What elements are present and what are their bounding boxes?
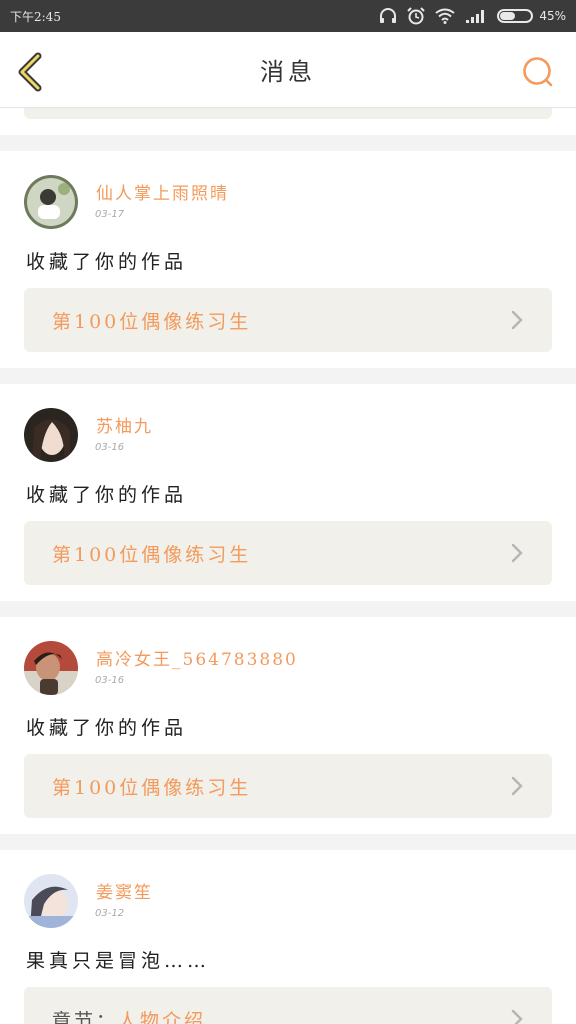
status-bar: 下午2:45 45% — [0, 0, 576, 32]
message-date: 03-17 — [95, 209, 125, 220]
message-list[interactable]: 仙人掌上雨照晴 03-17 收藏了你的作品 第100位偶像练习生 苏柚九 03-… — [0, 108, 576, 1024]
battery-percent: 45% — [539, 9, 566, 23]
chevron-right-icon — [511, 543, 523, 563]
reference-link[interactable]: 第100位偶像练习生 — [24, 288, 552, 352]
username[interactable]: 苏柚九 — [96, 412, 153, 437]
partial-message-card — [0, 108, 576, 135]
message-card[interactable]: 姜窦笙 03-12 果真只是冒泡…… 章节：人物介绍 — [0, 850, 576, 1024]
username[interactable]: 高冷女王_564783880 — [96, 645, 298, 670]
reference-link[interactable]: 第100位偶像练习生 — [24, 521, 552, 585]
reference-title: 第100位偶像练习生 — [52, 776, 252, 799]
message-date: 03-16 — [95, 442, 125, 453]
partial-reference-box — [24, 108, 552, 119]
nav-bar: 消息 — [0, 32, 576, 108]
avatar[interactable] — [24, 175, 78, 229]
chevron-left-icon[interactable] — [14, 52, 48, 92]
headphones-icon — [380, 8, 397, 23]
message-card[interactable]: 高冷女王_564783880 03-16 收藏了你的作品 第100位偶像练习生 — [0, 617, 576, 834]
status-time: 下午2:45 — [10, 9, 61, 24]
search-icon[interactable] — [520, 54, 556, 90]
message-text: 收藏了你的作品 — [26, 717, 188, 739]
chevron-right-icon — [511, 776, 523, 796]
battery-fill — [500, 12, 515, 20]
page-title: 消息 — [260, 58, 316, 86]
status-icons: 45% — [379, 7, 566, 25]
reference-chapter-title: 人物介绍 — [118, 1009, 207, 1024]
message-text: 果真只是冒泡…… — [26, 950, 211, 972]
reference-link[interactable]: 章节：人物介绍 — [24, 987, 552, 1024]
avatar[interactable] — [24, 408, 78, 462]
message-text: 收藏了你的作品 — [26, 251, 188, 273]
avatar[interactable] — [24, 641, 78, 695]
message-card[interactable]: 仙人掌上雨照晴 03-17 收藏了你的作品 第100位偶像练习生 — [0, 151, 576, 368]
reference-prefix: 章节： — [52, 1009, 119, 1024]
alarm-icon — [407, 7, 426, 25]
avatar[interactable] — [24, 874, 78, 928]
message-date: 03-12 — [95, 908, 125, 919]
chevron-right-icon — [511, 310, 523, 330]
username[interactable]: 姜窦笙 — [96, 878, 153, 903]
message-card[interactable]: 苏柚九 03-16 收藏了你的作品 第100位偶像练习生 — [0, 384, 576, 601]
wifi-icon — [435, 8, 455, 24]
chevron-right-icon — [511, 1009, 523, 1024]
reference-title: 第100位偶像练习生 — [52, 543, 252, 566]
reference-title: 章节：人物介绍 — [52, 1006, 206, 1024]
message-date: 03-16 — [95, 675, 125, 686]
message-text: 收藏了你的作品 — [26, 484, 188, 506]
battery-icon — [497, 9, 534, 23]
reference-link[interactable]: 第100位偶像练习生 — [24, 754, 552, 818]
battery-indicator: 45% — [497, 9, 566, 23]
signal-icon — [466, 10, 485, 23]
reference-title: 第100位偶像练习生 — [52, 310, 252, 333]
username[interactable]: 仙人掌上雨照晴 — [96, 179, 229, 204]
